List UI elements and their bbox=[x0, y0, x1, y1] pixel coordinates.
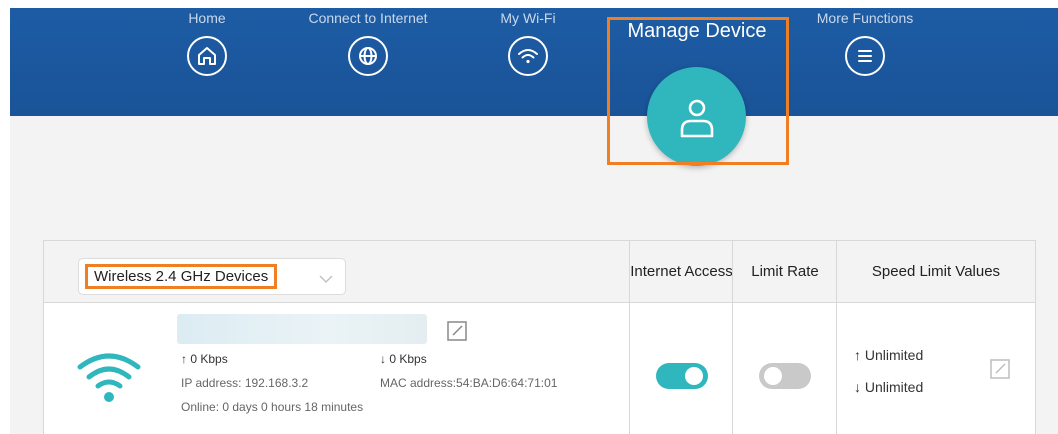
manage-device-highlight bbox=[607, 17, 789, 165]
table-header: Wireless 2.4 GHz Devices Internet Access… bbox=[44, 241, 1035, 303]
nav-label-home: Home bbox=[188, 10, 226, 26]
internet-access-toggle[interactable] bbox=[656, 363, 708, 389]
online-duration: Online: 0 days 0 hours 18 minutes bbox=[181, 400, 364, 414]
edit-icon[interactable] bbox=[446, 320, 468, 347]
device-table: Wireless 2.4 GHz Devices Internet Access… bbox=[43, 240, 1036, 434]
nav-item-more-functions[interactable]: More Functions bbox=[780, 8, 950, 76]
home-icon[interactable] bbox=[187, 36, 227, 76]
column-divider bbox=[836, 241, 837, 434]
limit-rate-toggle[interactable] bbox=[759, 363, 811, 389]
nav-label-my-wifi: My Wi-Fi bbox=[500, 10, 556, 26]
nav-item-connect-to-internet[interactable]: Connect to Internet bbox=[283, 8, 453, 76]
nav-label-connect-to-internet: Connect to Internet bbox=[308, 10, 428, 26]
header-speed-limit-values: Speed Limit Values bbox=[871, 263, 1001, 280]
edit-icon[interactable] bbox=[989, 358, 1011, 385]
device-filter-select[interactable]: Wireless 2.4 GHz Devices bbox=[78, 258, 346, 295]
upload-limit: ↑ Unlimited bbox=[854, 347, 924, 363]
device-filter-value: Wireless 2.4 GHz Devices bbox=[85, 264, 278, 289]
wifi-icon[interactable] bbox=[508, 36, 548, 76]
download-rate: ↓ 0 Kbps bbox=[380, 352, 427, 366]
device-name-redacted bbox=[177, 314, 427, 344]
toggle-knob bbox=[685, 367, 703, 385]
arrow-up-icon: ↑ bbox=[854, 347, 865, 363]
header-limit-rate: Limit Rate bbox=[751, 263, 819, 280]
menu-icon[interactable] bbox=[845, 36, 885, 76]
wifi-icon bbox=[74, 347, 144, 412]
upload-rate: ↑ 0 Kbps bbox=[181, 352, 228, 366]
nav-item-my-wifi[interactable]: My Wi-Fi bbox=[443, 8, 613, 76]
nav-item-home[interactable]: Home bbox=[122, 8, 292, 76]
arrow-up-icon: ↑ bbox=[181, 352, 191, 366]
download-limit: ↓ Unlimited bbox=[854, 379, 924, 395]
ip-address: IP address: 192.168.3.2 bbox=[181, 376, 309, 390]
arrow-down-icon: ↓ bbox=[854, 379, 865, 395]
toggle-knob bbox=[764, 367, 782, 385]
column-divider bbox=[732, 241, 733, 434]
column-divider bbox=[629, 241, 630, 434]
globe-icon[interactable] bbox=[348, 36, 388, 76]
header-internet-access: Internet Access bbox=[630, 263, 733, 280]
mac-address: MAC address:54:BA:D6:64:71:01 bbox=[380, 376, 558, 390]
nav-label-more-functions: More Functions bbox=[816, 10, 914, 26]
arrow-down-icon: ↓ bbox=[380, 352, 390, 366]
chevron-down-icon bbox=[319, 271, 333, 289]
